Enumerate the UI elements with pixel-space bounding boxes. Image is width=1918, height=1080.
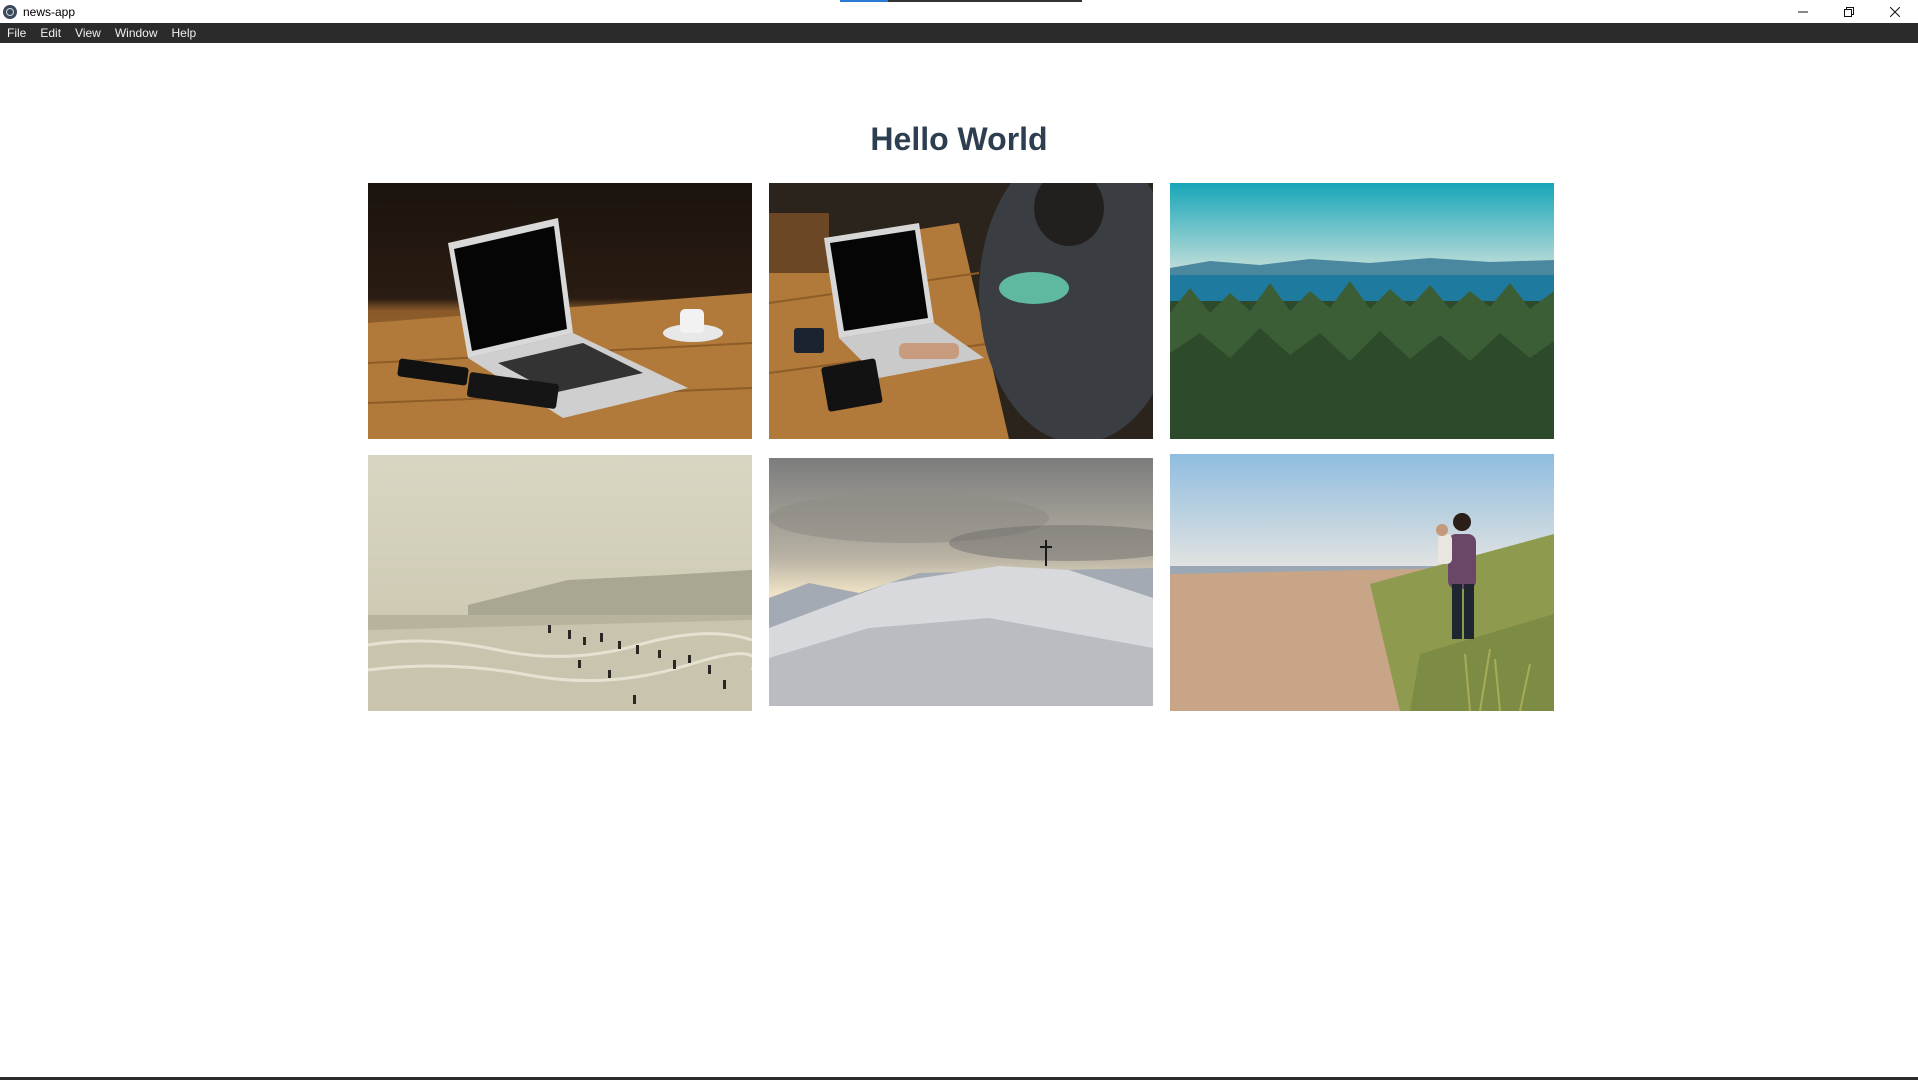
- window-controls: [1780, 0, 1918, 23]
- menu-file[interactable]: File: [0, 23, 33, 43]
- hazy-beach-image: [368, 455, 752, 711]
- menu-help[interactable]: Help: [165, 23, 204, 43]
- forest-sea-image: [1170, 183, 1554, 439]
- gallery-photo-forest-sea[interactable]: [1170, 183, 1554, 439]
- page-content: Hello World: [0, 43, 1918, 1077]
- menu-view[interactable]: View: [68, 23, 108, 43]
- menu-window[interactable]: Window: [108, 23, 165, 43]
- menu-bar: File Edit View Window Help: [0, 23, 1918, 43]
- menu-edit[interactable]: Edit: [33, 23, 68, 43]
- minimize-button[interactable]: [1780, 0, 1826, 23]
- app-window: news-app File Edit View Window Help Hell…: [0, 0, 1918, 1080]
- gallery-photo-hazy-beach[interactable]: [368, 455, 752, 711]
- gallery-photo-man-child-beach[interactable]: [1170, 454, 1554, 711]
- app-icon: [3, 4, 17, 19]
- window-title: news-app: [23, 4, 76, 19]
- man-child-beach-image: [1170, 454, 1554, 711]
- gallery-photo-laptop-table[interactable]: [368, 183, 752, 439]
- person-typing-image: [769, 183, 1153, 439]
- close-button[interactable]: [1872, 0, 1918, 23]
- title-bar[interactable]: news-app: [0, 0, 1918, 23]
- close-icon: [1890, 6, 1900, 17]
- gallery-photo-snowy-hill[interactable]: [769, 458, 1153, 706]
- laptop-table-image: [368, 183, 752, 439]
- title-progress-fill: [840, 0, 889, 2]
- minimize-icon: [1798, 11, 1808, 12]
- snowy-hill-image: [769, 458, 1153, 706]
- page-title: Hello World: [870, 121, 1048, 157]
- restore-icon: [1844, 6, 1854, 17]
- title-progress-bar: [840, 0, 1082, 2]
- restore-button[interactable]: [1826, 0, 1872, 23]
- gallery-photo-person-typing[interactable]: [769, 183, 1153, 439]
